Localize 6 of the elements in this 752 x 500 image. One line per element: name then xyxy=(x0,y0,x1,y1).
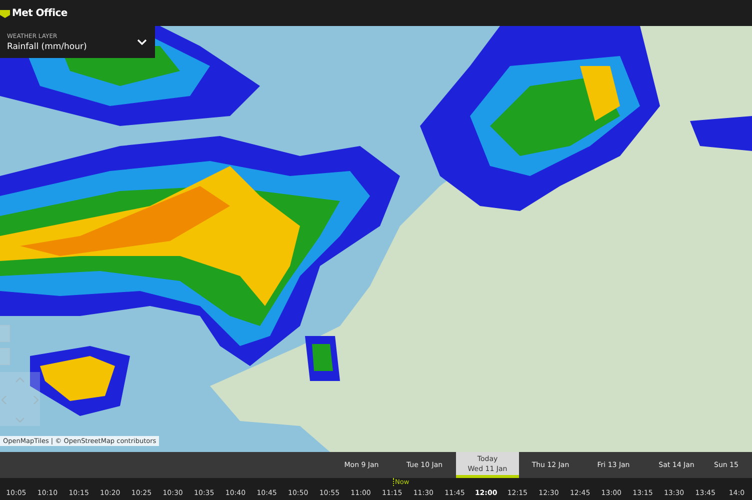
crown-logo-icon xyxy=(0,8,10,18)
layer-value: Rainfall (mm/hour) xyxy=(7,42,87,52)
brand-logo[interactable]: Met Office xyxy=(0,8,68,18)
chevron-down-icon xyxy=(137,39,147,45)
logo-text: Met Office xyxy=(12,8,68,18)
pan-control[interactable] xyxy=(0,372,40,426)
